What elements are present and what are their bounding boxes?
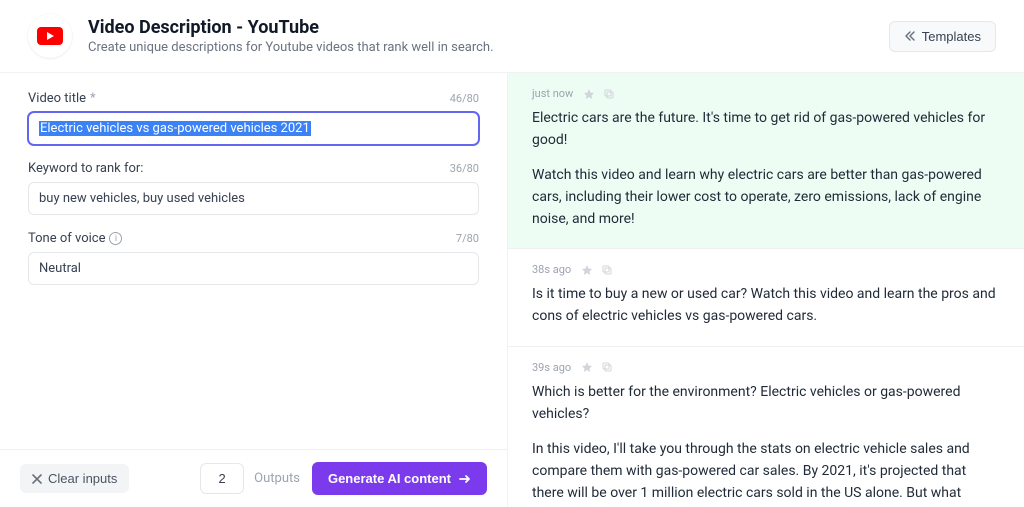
clear-inputs-button[interactable]: Clear inputs	[20, 464, 129, 493]
clear-label: Clear inputs	[48, 471, 117, 486]
templates-label: Templates	[922, 29, 981, 44]
video-title-field: Video title * 46/80 Electric vehicles vs…	[28, 91, 479, 145]
generate-label: Generate AI content	[328, 471, 451, 486]
star-icon[interactable]	[583, 88, 595, 100]
result-meta: 39s ago	[532, 361, 1000, 374]
video-title-label: Video title *	[28, 91, 96, 106]
page-title: Video Description - YouTube	[88, 17, 889, 38]
info-icon[interactable]: i	[109, 232, 122, 245]
app-icon	[28, 14, 72, 58]
result-actions	[581, 264, 613, 276]
result-text: Which is better for the environment? Ele…	[532, 382, 1000, 507]
copy-icon[interactable]	[601, 264, 613, 276]
tone-label: Tone of voice i	[28, 231, 122, 246]
result-meta: 38s ago	[532, 263, 1000, 276]
copy-icon[interactable]	[601, 361, 613, 373]
tone-count: 7/80	[456, 232, 479, 245]
copy-icon[interactable]	[603, 88, 615, 100]
close-icon	[32, 474, 42, 484]
header: Video Description - YouTube Create uniqu…	[0, 0, 1024, 73]
keyword-label: Keyword to rank for:	[28, 161, 143, 176]
arrow-right-icon	[459, 474, 471, 484]
results-panel: just now Electric cars are the future. It…	[508, 73, 1024, 507]
tone-field: Tone of voice i 7/80 Neutral	[28, 231, 479, 285]
result-text: Is it time to buy a new or used car? Wat…	[532, 284, 1000, 327]
video-title-input[interactable]: Electric vehicles vs gas-powered vehicle…	[28, 112, 479, 145]
footer-bar: Clear inputs Outputs Generate AI content	[0, 449, 507, 507]
youtube-icon	[37, 27, 63, 45]
templates-button[interactable]: Templates	[889, 21, 996, 52]
result-card: 38s ago Is it time to buy a new or used c…	[508, 249, 1024, 346]
result-time: 39s ago	[532, 361, 571, 374]
tone-input[interactable]: Neutral	[28, 252, 479, 285]
outputs-label: Outputs	[254, 471, 300, 486]
video-title-count: 46/80	[450, 92, 479, 105]
keyword-input[interactable]: buy new vehicles, buy used vehicles	[28, 182, 479, 215]
keyword-field: Keyword to rank for: 36/80 buy new vehic…	[28, 161, 479, 215]
star-icon[interactable]	[581, 264, 593, 276]
result-text: Electric cars are the future. It's time …	[532, 108, 1000, 230]
keyword-count: 36/80	[450, 162, 479, 175]
result-time: 38s ago	[532, 263, 571, 276]
result-card: just now Electric cars are the future. It…	[508, 73, 1024, 249]
page-subtitle: Create unique descriptions for Youtube v…	[88, 40, 889, 55]
result-time: just now	[532, 87, 573, 100]
result-actions	[581, 361, 613, 373]
result-actions	[583, 88, 615, 100]
result-card: 39s ago Which is better for the environme…	[508, 347, 1024, 507]
result-meta: just now	[532, 87, 1000, 100]
outputs-input[interactable]	[200, 463, 244, 494]
chevron-double-left-icon	[904, 30, 916, 42]
generate-button[interactable]: Generate AI content	[312, 462, 487, 495]
star-icon[interactable]	[581, 361, 593, 373]
